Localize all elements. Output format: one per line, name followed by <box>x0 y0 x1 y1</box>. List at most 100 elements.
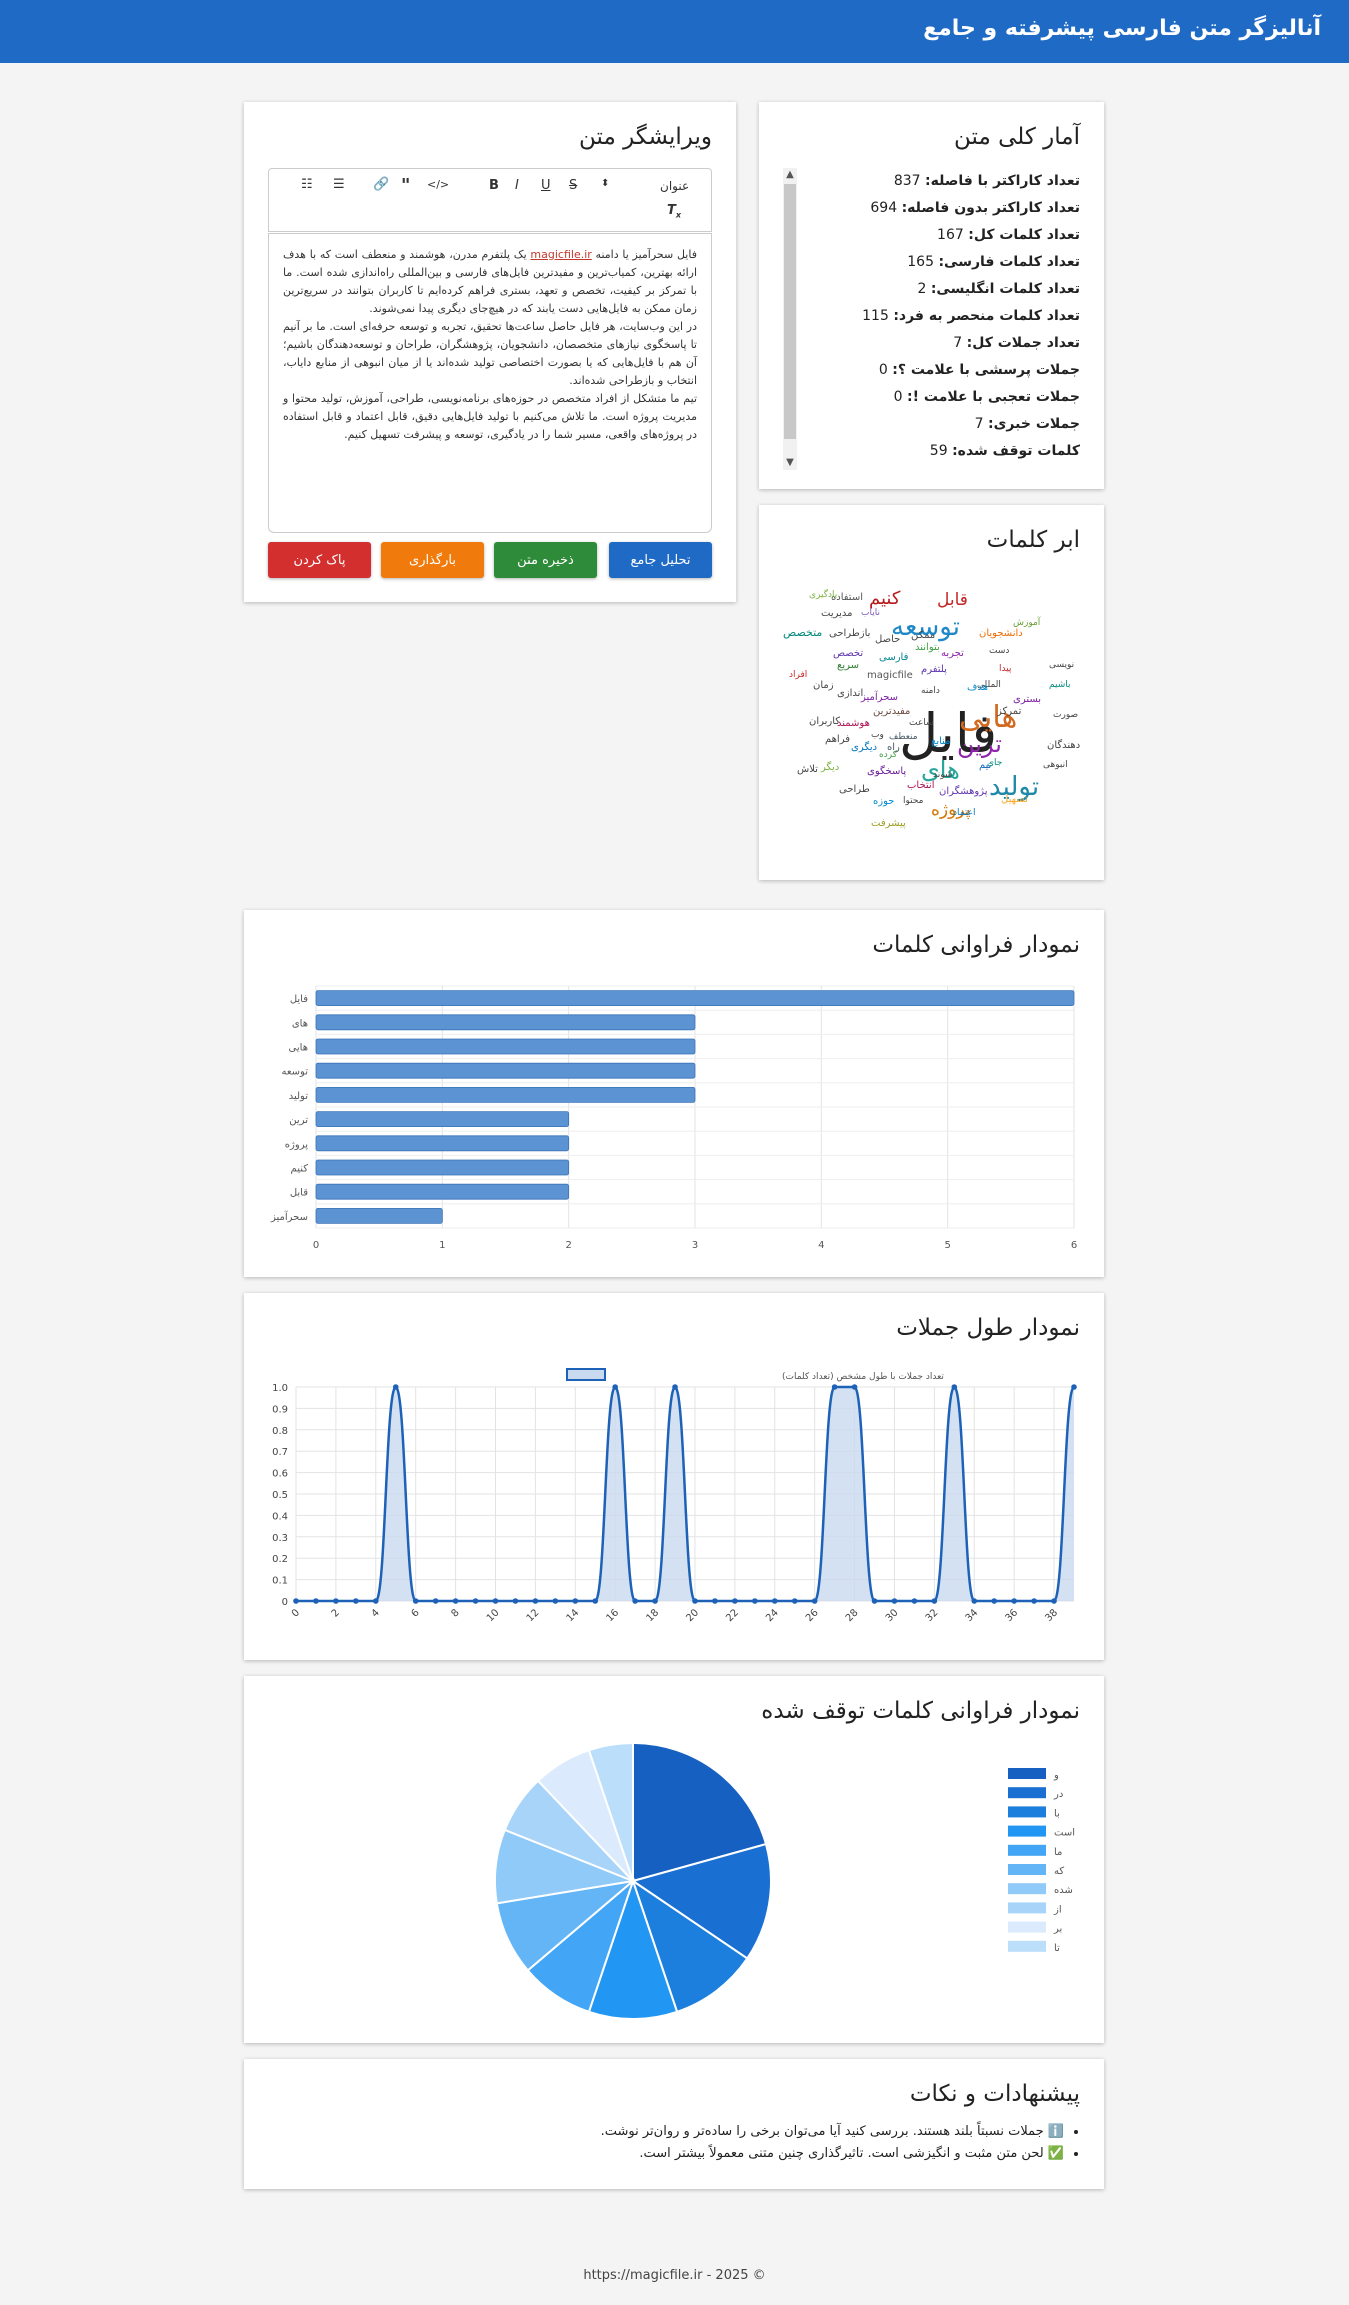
stopwords-card: نمودار فراوانی کلمات توقف شده و در با است ما… <box>244 1676 1104 2043</box>
category-label: سحرآمیز <box>270 1210 308 1223</box>
stat-value: 837 <box>893 173 921 189</box>
underline-icon[interactable]: U <box>541 178 551 193</box>
stat-row: تعداد کاراکتر بدون فاصله: 694 <box>780 195 1080 222</box>
stat-label: تعداد کاراکتر با فاصله: <box>925 173 1080 189</box>
y-tick-label: 1.0 <box>272 1383 288 1394</box>
cloud-word: تسهیل <box>1001 794 1028 805</box>
category-label: توسعه <box>281 1067 308 1078</box>
y-tick-label: 0.2 <box>272 1554 288 1565</box>
bar <box>315 990 1075 1006</box>
category-label: هایی <box>289 1043 308 1054</box>
scrollbar-thumb[interactable] <box>784 184 796 439</box>
x-tick-label: 1 <box>439 1240 445 1251</box>
scroll-down-icon[interactable]: ▼ <box>783 456 797 470</box>
editor-paragraph-3: تیم ما متشکل از افراد متخصص در حوزه‌های … <box>283 392 697 441</box>
stat-row: تعداد کاراکتر با فاصله: 837 <box>780 168 1080 195</box>
scroll-up-icon[interactable]: ▲ <box>783 168 797 182</box>
x-tick-label: 38 <box>1043 1607 1060 1624</box>
heading-select[interactable]: عنوان <box>660 179 689 193</box>
x-tick-label: 30 <box>884 1607 901 1624</box>
y-tick-label: 0.9 <box>272 1404 288 1415</box>
cloud-word: بازطراحی <box>829 628 871 639</box>
category-label: فایل <box>290 994 308 1005</box>
data-point <box>771 1598 778 1604</box>
size-arrows-icon[interactable]: ⬍ <box>601 178 609 189</box>
clear-format-icon[interactable]: Tx <box>667 203 681 220</box>
legend-label: ما <box>1054 1847 1062 1858</box>
tip-item: ✅ لحن متن مثبت و انگیزشی است. تاثیرگذاری… <box>601 2143 1064 2165</box>
data-point <box>572 1598 579 1604</box>
legend-label: که <box>1054 1866 1064 1877</box>
category-label: قابل <box>290 1188 308 1199</box>
data-point <box>552 1598 559 1604</box>
bullet-list-icon[interactable]: ☰ <box>333 177 345 192</box>
y-tick-label: 0 <box>282 1597 288 1608</box>
code-icon[interactable]: </> <box>427 178 449 191</box>
clear-button[interactable]: پاک کردن <box>268 542 371 578</box>
category-label: پروژه <box>285 1139 308 1150</box>
stats-list: تعداد کاراکتر با فاصله: 837 تعداد کاراکتر… <box>780 168 1080 465</box>
cloud-word: بتوانند <box>915 642 940 653</box>
load-button[interactable]: بارگذاری <box>381 542 484 578</box>
x-tick-label: 16 <box>605 1607 622 1624</box>
data-point <box>811 1598 818 1604</box>
numbered-list-icon[interactable]: ☷ <box>301 177 313 192</box>
stat-value: 0 <box>893 389 903 405</box>
italic-icon[interactable]: I <box>515 178 519 193</box>
cloud-word: محتوا <box>903 796 924 806</box>
magicfile-link[interactable]: magicfile.ir <box>530 248 591 261</box>
x-tick-label: 6 <box>1071 1240 1077 1251</box>
stats-title: آمار کلی متن <box>954 124 1080 150</box>
quote-icon[interactable]: " <box>401 175 410 196</box>
data-point <box>672 1384 678 1390</box>
x-tick-label: 0 <box>313 1240 319 1251</box>
category-label: ترین <box>289 1115 308 1126</box>
stat-row: تعداد کلمات منحصر به فرد: 115 <box>780 303 1080 330</box>
cloud-word: اندازی <box>837 688 864 699</box>
cloud-word: افراد <box>789 670 808 680</box>
stat-row: تعداد کلمات فارسی: 165 <box>780 249 1080 276</box>
bar <box>315 1183 570 1200</box>
cloud-word: هوشمند <box>837 718 870 729</box>
stat-label: تعداد جملات کل: <box>966 335 1080 351</box>
data-point <box>871 1598 878 1604</box>
stat-label: تعداد کلمات کل: <box>968 227 1080 243</box>
cloud-word: تجربه <box>941 648 964 659</box>
stats-scrollbar[interactable]: ▲ ▼ <box>783 168 797 470</box>
analyze-button[interactable]: تحلیل جامع <box>609 542 712 578</box>
cloud-word: طراحی <box>839 784 870 795</box>
cloud-word: پژوهشگران <box>939 786 988 797</box>
save-button[interactable]: ذخیره متن <box>494 542 597 578</box>
app-header: آنالیزگر متن فارسی پیشرفته و جامع <box>0 0 1349 63</box>
bold-icon[interactable]: B <box>489 178 499 193</box>
stat-value: 165 <box>907 254 934 270</box>
cloud-word: فراهم <box>825 734 851 745</box>
stat-row: تعداد کلمات کل: 167 <box>780 222 1080 249</box>
stat-label: جملات خبری: <box>988 416 1080 432</box>
cloud-word: آموزش <box>1013 618 1041 628</box>
cloud-word: کرده <box>879 750 897 760</box>
cloud-word: پیشرفت <box>871 818 906 829</box>
category-label: تولید <box>289 1091 308 1102</box>
stat-label: تعداد کاراکتر بدون فاصله: <box>901 200 1080 216</box>
tips-card: پیشنهادات و نکات ℹ️ جملات نسبتاً بلند هس… <box>244 2059 1104 2189</box>
cloud-word: فارسی <box>879 652 909 663</box>
legend-swatch <box>566 1368 606 1381</box>
x-tick-label: 12 <box>525 1607 542 1624</box>
legend-swatch <box>1008 1844 1046 1856</box>
link-icon[interactable]: 🔗 <box>373 177 389 192</box>
cloud-word: متخصص <box>783 626 823 639</box>
data-point <box>532 1598 539 1604</box>
cloud-word: جای <box>987 758 1003 768</box>
data-point <box>911 1598 918 1604</box>
x-tick-label: 10 <box>485 1607 502 1624</box>
data-point <box>432 1598 439 1604</box>
x-tick-label: 14 <box>565 1607 582 1624</box>
text-editor[interactable]: فایل سحرآمیز یا دامنه magicfile.ir یک پل… <box>268 233 712 533</box>
cloud-word: مفیدترین <box>873 706 911 717</box>
cloud-word: پیدا <box>999 664 1012 674</box>
y-tick-label: 0.6 <box>272 1469 288 1480</box>
strike-icon[interactable]: S <box>569 178 577 193</box>
data-point <box>512 1598 519 1604</box>
legend-label: و <box>1053 1770 1059 1781</box>
